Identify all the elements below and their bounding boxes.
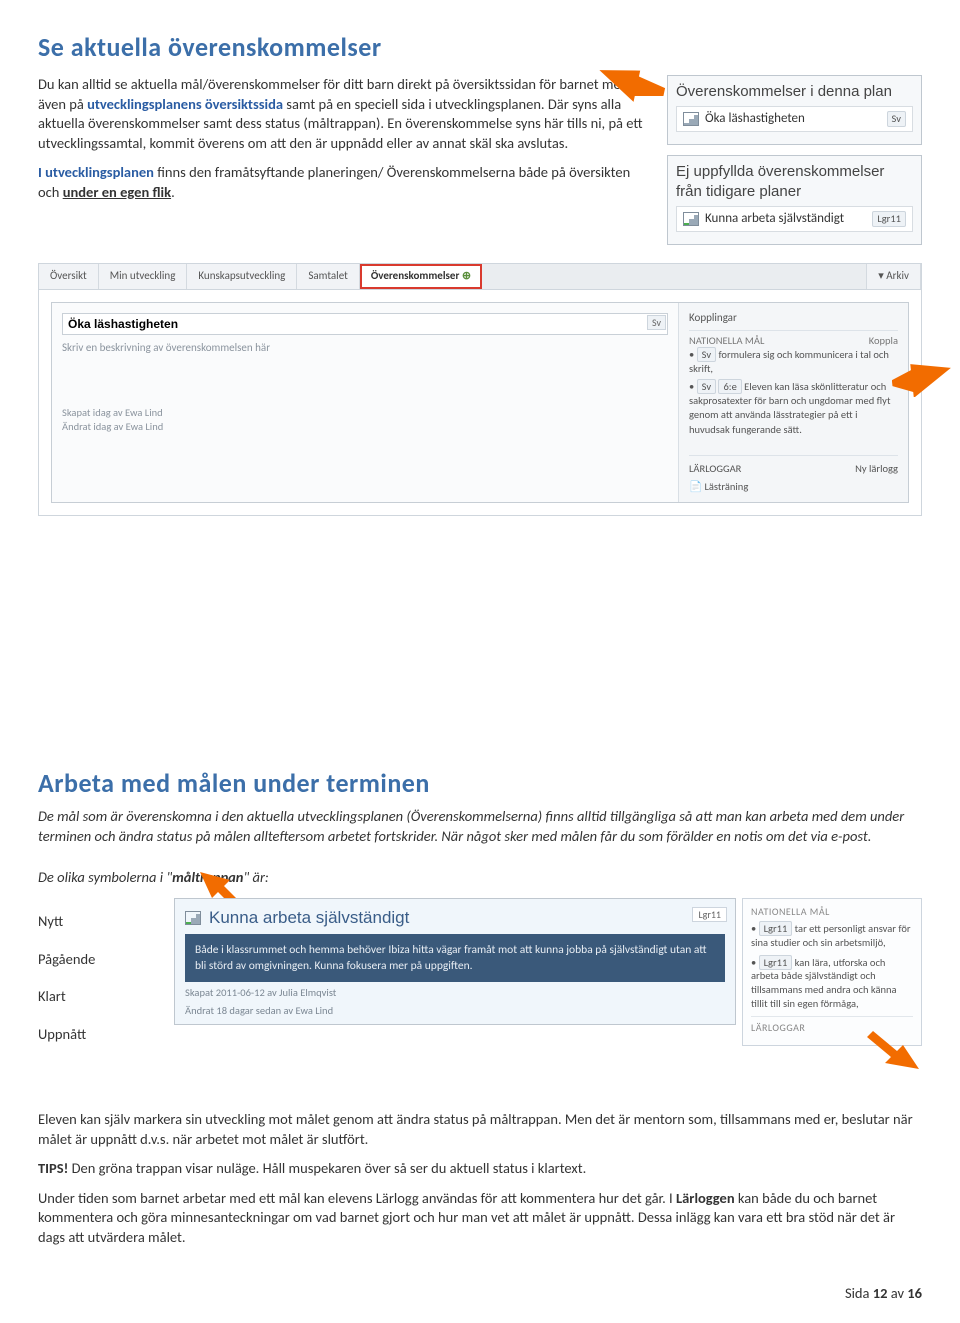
p-eleven: Eleven kan själv markera sin utveckling … [38, 1110, 922, 1149]
sym-pag: Pågående [38, 950, 148, 970]
plan-tabs: Översikt Min utveckling Kunskapsutveckli… [39, 264, 921, 290]
sym-klart: Klart [38, 987, 148, 1007]
panel1-title: Överenskommelser i denna plan [676, 82, 913, 102]
staircase-icon[interactable] [185, 911, 201, 925]
goal-side-panel: NATIONELLA MÅL • Lgr11 tar ett personlig… [742, 898, 922, 1046]
changed-meta: Ändrat idag av Ewa Lind [62, 420, 668, 434]
tab-arkiv[interactable]: ▾ Arkiv [866, 264, 921, 289]
koppla-link[interactable]: Koppla [869, 334, 898, 348]
tab-oversikt[interactable]: Översikt [39, 264, 99, 289]
tab-samtalet[interactable]: Samtalet [297, 264, 359, 289]
sym-intro: De olika symbolerna i "måltrappan" är: [38, 868, 922, 888]
link-utvecklingsplan: utvecklingsplanens översiktssida [87, 95, 283, 113]
ny-larlogg-link[interactable]: Ny lärlogg [855, 462, 898, 476]
intro-paragraph: Du kan alltid se aktuella mål/överenskom… [38, 75, 649, 153]
larlogg-item[interactable]: Lästräning [704, 480, 748, 493]
goal-title-input[interactable] [62, 313, 668, 335]
staircase-icon [683, 212, 699, 226]
panel1-tag: Sv [887, 111, 906, 127]
created-meta: Skapat idag av Ewa Lind [62, 406, 668, 420]
sym-nytt: Nytt [38, 912, 148, 932]
goal-card-changed: Ändrat 18 dagar sedan av Ewa Lind [185, 1004, 725, 1018]
goal-card: Lgr11 Kunna arbeta självständigt Både i … [174, 898, 736, 1025]
goal-card-tag: Lgr11 [692, 907, 727, 923]
heading-arbeta: Arbeta med målen under terminen [38, 766, 922, 801]
panel2-title: Ej uppfyllda överenskommelser från tidig… [676, 162, 913, 203]
intro-paragraph-2: I utvecklingsplanen finns den framåtsyft… [38, 163, 649, 202]
page-footer: Sida 12 av 16 [38, 1284, 922, 1304]
staircase-icon [683, 112, 699, 126]
panel-overenskommelser: Överenskommelser i denna plan Öka läshas… [667, 75, 922, 145]
editor-sv-tag: Sv [647, 315, 666, 331]
tab-overenskommelser[interactable]: Överenskommelser ⊕ [360, 264, 482, 289]
editor-right: Kopplingar NATIONELLA MÅLKoppla • Sv for… [678, 303, 908, 502]
p-arbeta-intro: De mål som är överenskomna i den aktuell… [38, 807, 922, 846]
goal-description-placeholder[interactable]: Skriv en beskrivning av överenskommelsen… [62, 341, 668, 356]
panel2-item[interactable]: Kunna arbeta självständigt Lgr11 [676, 206, 913, 232]
p-tips: TIPS! Den gröna trappan visar nuläge. Hå… [38, 1159, 922, 1179]
intro-column: Du kan alltid se aktuella mål/överenskom… [38, 75, 649, 212]
panel2-tag: Lgr11 [872, 211, 906, 227]
tab-min-utveckling[interactable]: Min utveckling [99, 264, 188, 289]
editor-left: Sv Skriv en beskrivning av överenskommel… [52, 303, 678, 502]
goal-card-body: Både i klassrummet och hemma behöver Ibi… [185, 934, 725, 982]
goal-card-title: Kunna arbeta självständigt [209, 907, 409, 930]
goal-card-created: Skapat 2011-06-12 av Julia Elmqvist [185, 986, 725, 1000]
heading-se-aktuella: Se aktuella överenskommelser [38, 30, 922, 65]
panel1-item[interactable]: Öka läshastigheten Sv [676, 106, 913, 132]
p-larlogg: Under tiden som barnet arbetar med ett m… [38, 1189, 922, 1248]
panel-ej-uppfyllda: Ej uppfyllda överenskommelser från tidig… [667, 155, 922, 245]
tab-kunskapsutveckling[interactable]: Kunskapsutveckling [187, 264, 297, 289]
arrow-pointer-2 [892, 363, 952, 397]
sym-upp: Uppnått [38, 1025, 148, 1045]
